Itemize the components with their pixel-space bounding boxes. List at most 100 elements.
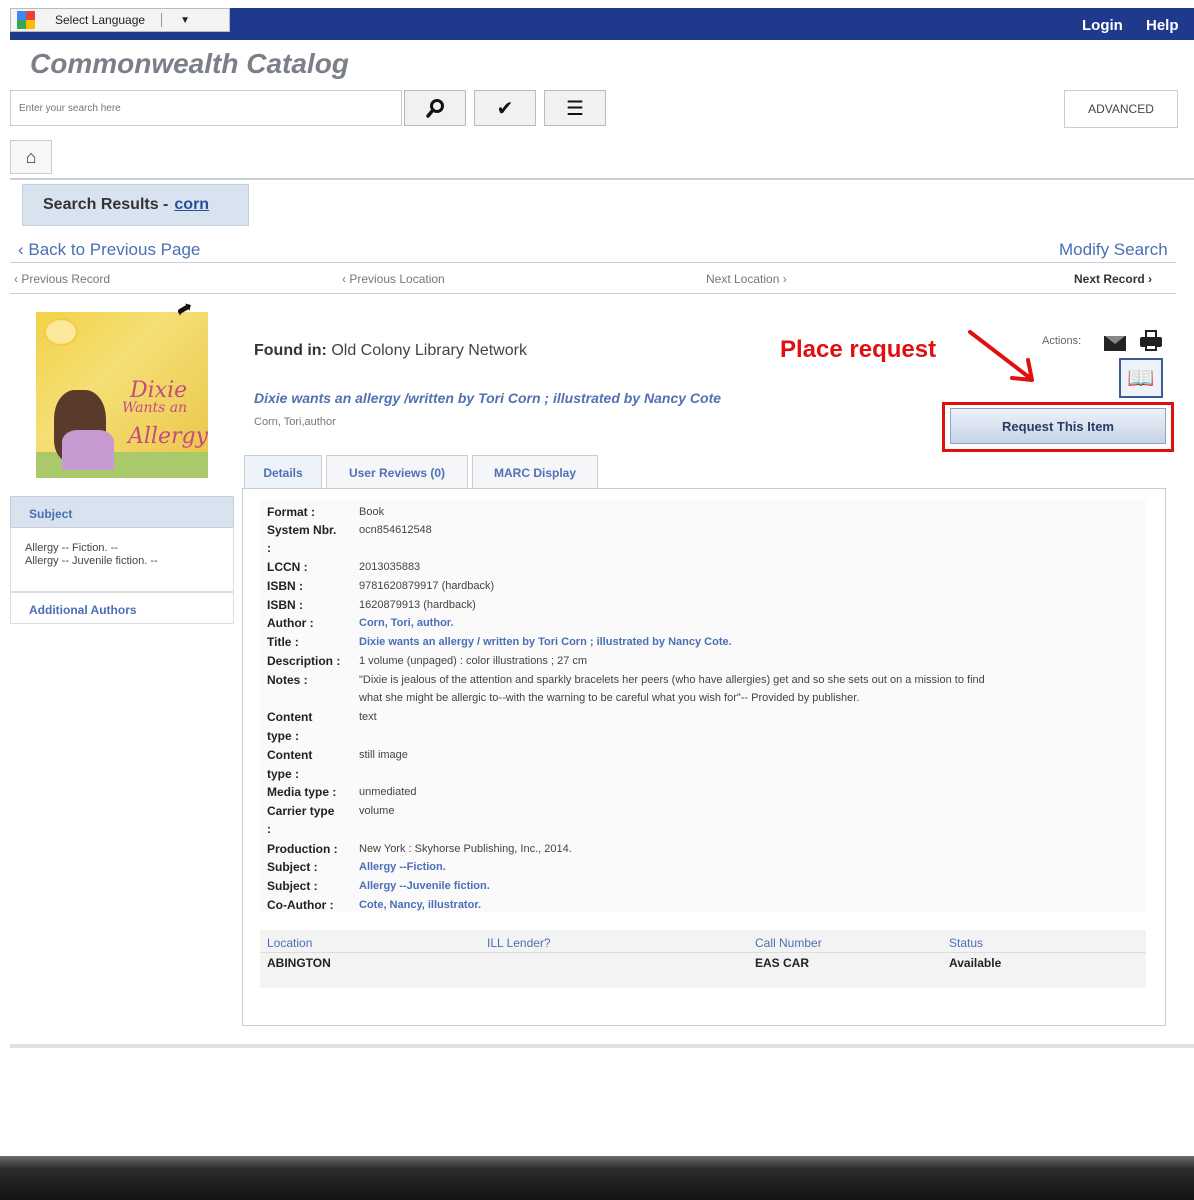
language-select-label: Select Language <box>55 13 146 27</box>
request-this-item-button[interactable]: Request This Item <box>950 408 1166 444</box>
content-type-label: Content <box>267 748 313 762</box>
found-in-value: Old Colony Library Network <box>331 342 527 359</box>
title-label: Title : <box>267 635 299 649</box>
description-label: Description : <box>267 654 341 668</box>
next-record-link[interactable]: Next Record › <box>1074 272 1152 286</box>
media-type-label: Media type : <box>267 785 337 799</box>
tab-details[interactable]: Details <box>244 455 322 489</box>
found-in-label: Found in: <box>254 342 327 359</box>
sidebar-subject-item[interactable]: Allergy -- Fiction. -- <box>25 542 233 555</box>
cover-title-line: Allergy <box>128 424 208 449</box>
found-in: Found in: Old Colony Library Network <box>254 342 527 360</box>
google-icon <box>17 11 35 29</box>
production-value: New York : Skyhorse Publishing, Inc., 20… <box>359 843 572 855</box>
search-query-link[interactable]: corn <box>174 196 209 214</box>
holdings-header-location: Location <box>267 936 313 950</box>
carrier-type-value: volume <box>359 805 395 817</box>
print-icon[interactable] <box>1140 330 1162 352</box>
system-number-label-colon: : <box>267 541 271 555</box>
system-number-label: System Nbr. <box>267 523 337 537</box>
content-type-value: text <box>359 711 377 723</box>
production-label: Production : <box>267 842 338 856</box>
media-type-value: unmediated <box>359 786 417 798</box>
notes-label: Notes : <box>267 673 308 687</box>
content-type-label: type : <box>267 729 300 743</box>
format-value: Book <box>359 506 385 518</box>
content-type-label: Content <box>267 710 313 724</box>
search-button[interactable] <box>404 90 466 126</box>
annotation-arrow-icon <box>968 330 1034 382</box>
holdings-status: Available <box>949 956 1002 970</box>
subject-link[interactable]: Allergy --Juvenile fiction. <box>359 877 490 895</box>
content-type-value: still image <box>359 749 408 761</box>
advanced-search-button[interactable]: ADVANCED <box>1064 90 1178 128</box>
list-icon: ☰ <box>566 97 584 120</box>
previous-record-link[interactable]: ‹ Previous Record <box>14 272 110 286</box>
sidebar-subject-list: Allergy -- Fiction. -- Allergy -- Juveni… <box>10 528 234 592</box>
sidebar-subject-heading[interactable]: Subject <box>10 496 234 528</box>
home-icon: ⌂ <box>25 146 37 167</box>
previous-location-link[interactable]: ‹ Previous Location <box>342 272 445 286</box>
notes-value: "Dixie is jealous of the attention and s… <box>359 674 985 704</box>
content-type-label: type : <box>267 767 300 781</box>
title-link[interactable]: Dixie wants an allergy / written by Tori… <box>359 633 732 651</box>
carrier-type-label-colon: : <box>267 822 271 836</box>
format-label: Format : <box>267 505 315 519</box>
email-icon[interactable] <box>1104 336 1126 351</box>
author-link[interactable]: Corn, Tori, author. <box>359 614 454 632</box>
isbn-label: ISBN : <box>267 579 303 593</box>
isbn-value: 1620879913 (hardback) <box>359 599 476 611</box>
description-value: 1 volume (unpaged) : color illustrations… <box>359 655 588 667</box>
next-location-link[interactable]: Next Location › <box>706 272 787 286</box>
selected-items-button[interactable]: ✔ <box>474 90 536 126</box>
divider <box>10 178 1194 180</box>
search-input[interactable] <box>10 90 402 126</box>
holdings-location: ABINGTON <box>267 956 331 970</box>
footer-divider <box>10 1044 1194 1048</box>
holdings-header-status: Status <box>949 936 984 950</box>
record-navigation: ‹ Previous Record ‹ Previous Location Ne… <box>10 262 1176 294</box>
book-icon[interactable]: 📖 <box>1119 358 1163 398</box>
sidebar-subject-item[interactable]: Allergy -- Juvenile fiction. -- <box>25 555 233 568</box>
catalog-title: Commonwealth Catalog <box>30 48 349 79</box>
login-link[interactable]: Login <box>1082 17 1123 34</box>
lccn-label: LCCN : <box>267 560 308 574</box>
back-to-previous-page-link[interactable]: ‹ Back to Previous Page <box>18 240 200 260</box>
record-title: Dixie wants an allergy /written by Tori … <box>254 390 722 406</box>
cover-title-line: Wants an <box>122 400 188 416</box>
subject-label: Subject : <box>267 860 318 874</box>
modify-search-link[interactable]: Modify Search <box>1059 240 1168 260</box>
author-label: Author : <box>267 616 314 630</box>
search-results-tab[interactable]: Search Results - corn <box>22 184 249 226</box>
record-author: Corn, Tori,author <box>254 416 336 428</box>
search-icon <box>426 99 444 118</box>
system-number-value: ocn854612548 <box>359 524 432 536</box>
subject-label: Subject : <box>267 879 318 893</box>
lists-button[interactable]: ☰ <box>544 90 606 126</box>
book-cover-image[interactable]: Dixie Wants an Allergy <box>36 312 208 478</box>
co-author-link[interactable]: Cote, Nancy, illustrator. <box>359 896 481 914</box>
tab-marc-display[interactable]: MARC Display <box>472 455 598 489</box>
isbn-value: 9781620879917 (hardback) <box>359 580 495 592</box>
holdings-table: Location ILL Lender? Call Number Status … <box>260 930 1146 988</box>
actions-label: Actions: <box>1042 335 1082 347</box>
language-select[interactable]: Select Language ▼ <box>10 8 230 32</box>
carrier-type-label: Carrier type <box>267 804 335 818</box>
dropdown-arrow-icon: ▼ <box>180 14 190 26</box>
taskbar <box>0 1156 1194 1200</box>
help-link[interactable]: Help <box>1146 17 1179 34</box>
cover-title-line: Dixie <box>130 378 188 403</box>
co-author-label: Co-Author : <box>267 898 334 912</box>
isbn-label: ISBN : <box>267 598 303 612</box>
home-button[interactable]: ⌂ <box>10 140 52 174</box>
checkmark-icon: ✔ <box>496 97 514 120</box>
tab-user-reviews[interactable]: User Reviews (0) <box>326 455 468 489</box>
sidebar-additional-authors[interactable]: Additional Authors <box>10 592 234 624</box>
lccn-value: 2013035883 <box>359 561 421 573</box>
holdings-call-number: EAS CAR <box>755 956 810 970</box>
holdings-header-ill-lender: ILL Lender? <box>487 936 551 950</box>
holdings-header-call-number: Call Number <box>755 936 822 950</box>
search-results-label: Search Results - <box>43 196 169 213</box>
place-request-annotation: Place request <box>780 336 937 363</box>
subject-link[interactable]: Allergy --Fiction. <box>359 858 446 876</box>
